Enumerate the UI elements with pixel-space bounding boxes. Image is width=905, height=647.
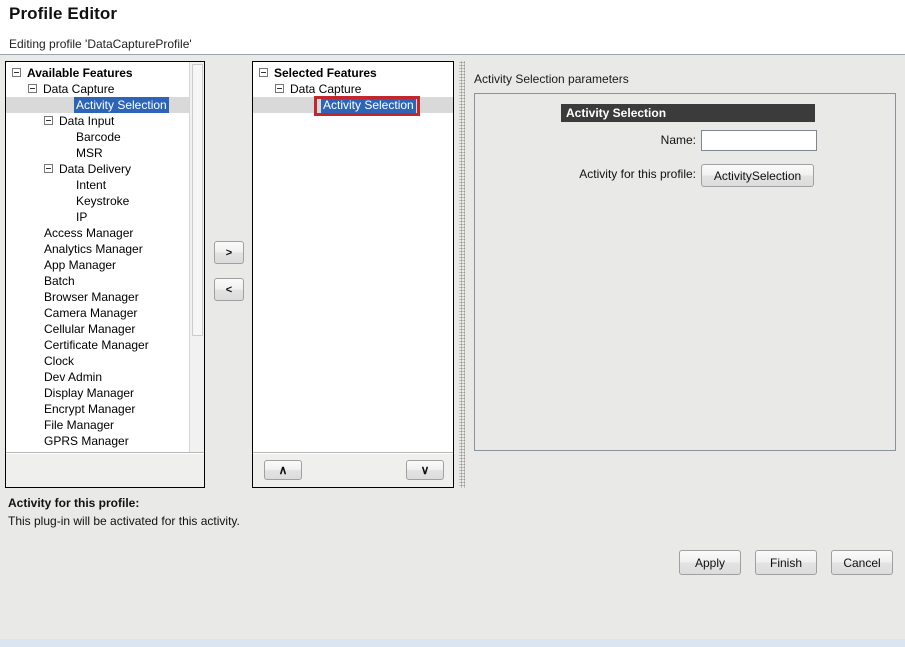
available-feature-node[interactable]: Cellular Manager xyxy=(6,321,204,337)
selected-features-footer: ∧ ∨ xyxy=(253,454,453,487)
available-features-tree[interactable]: Available Features Data Capture Activity S… xyxy=(6,62,204,453)
editor-work-area: Available Features Data Capture Activity S… xyxy=(0,56,905,647)
selected-feature-node[interactable]: Selected Features xyxy=(253,65,453,81)
available-feature-node[interactable]: Barcode xyxy=(6,129,204,145)
available-feature-node[interactable]: Display Manager xyxy=(6,385,204,401)
available-feature-node[interactable]: Analytics Manager xyxy=(6,241,204,257)
available-feature-label: Certificate Manager xyxy=(44,338,149,352)
available-feature-node[interactable]: Activity Selection xyxy=(6,97,204,113)
available-feature-node[interactable]: Data Capture xyxy=(6,81,204,97)
available-feature-label: Keystroke xyxy=(76,194,130,208)
available-feature-label: Browser Manager xyxy=(44,290,139,304)
available-feature-node[interactable]: Certificate Manager xyxy=(6,337,204,353)
tree-expander-minus-icon[interactable] xyxy=(44,116,53,126)
parameters-group-box: Activity Selection Name: Activity for th… xyxy=(474,93,896,451)
available-feature-label: Data Delivery xyxy=(59,162,132,176)
available-features-panel: Available Features Data Capture Activity S… xyxy=(5,61,205,488)
selected-feature-label: Selected Features xyxy=(274,66,377,80)
tree-expander-minus-icon[interactable] xyxy=(275,84,284,94)
move-up-button[interactable]: ∧ xyxy=(264,460,302,480)
available-feature-label: Intent xyxy=(76,178,107,192)
help-text: This plug-in will be activated for this … xyxy=(8,514,240,528)
available-feature-label: Data Input xyxy=(59,114,115,128)
available-feature-label: Barcode xyxy=(76,130,121,144)
available-feature-node[interactable]: App Manager xyxy=(6,257,204,273)
available-feature-label: Access Manager xyxy=(44,226,134,240)
available-feature-label: IP xyxy=(76,210,88,224)
available-feature-label: Data Capture xyxy=(43,82,115,96)
activity-selection-button[interactable]: ActivitySelection xyxy=(701,164,814,187)
tree-expander-minus-icon[interactable] xyxy=(12,68,21,78)
available-feature-label: MSR xyxy=(76,146,103,160)
move-down-button[interactable]: ∨ xyxy=(406,460,444,480)
available-feature-node[interactable]: MSR xyxy=(6,145,204,161)
selected-features-panel: Selected Features Data Capture Activity Se… xyxy=(252,61,454,488)
scrollbar-thumb[interactable] xyxy=(192,64,203,336)
cancel-button[interactable]: Cancel xyxy=(831,550,893,575)
available-features-footer xyxy=(6,454,204,487)
parameters-heading: Activity Selection parameters xyxy=(474,72,629,86)
available-feature-node[interactable]: Batch xyxy=(6,273,204,289)
selected-features-tree[interactable]: Selected Features Data Capture Activity Se… xyxy=(253,62,453,453)
available-feature-label: Analytics Manager xyxy=(44,242,143,256)
available-feature-node[interactable]: IP xyxy=(6,209,204,225)
available-feature-label: Dev Admin xyxy=(44,370,103,384)
available-feature-label: Display Manager xyxy=(44,386,135,400)
available-feature-node[interactable]: Camera Manager xyxy=(6,305,204,321)
activity-field-row: Activity for this profile: ActivitySelec… xyxy=(475,164,895,187)
tree-expander-minus-icon[interactable] xyxy=(259,68,268,78)
available-feature-node[interactable]: Dev Admin xyxy=(6,369,204,385)
available-feature-node[interactable]: Clock xyxy=(6,353,204,369)
bottom-accent-strip xyxy=(0,639,905,647)
available-feature-label: Clock xyxy=(44,354,75,368)
selected-feature-label: Activity Selection xyxy=(321,97,416,113)
available-feature-node[interactable]: File Manager xyxy=(6,417,204,433)
parameters-panel: Activity Selection parameters Activity S… xyxy=(469,61,899,488)
available-feature-label: GPRS Manager xyxy=(44,434,129,448)
apply-button[interactable]: Apply xyxy=(679,550,741,575)
name-input[interactable] xyxy=(701,130,817,151)
available-feature-node[interactable]: Encrypt Manager xyxy=(6,401,204,417)
available-feature-node[interactable]: Data Input xyxy=(6,113,204,129)
transfer-button-column: > < xyxy=(210,61,248,488)
available-feature-node[interactable]: Access Manager xyxy=(6,225,204,241)
page-title: Profile Editor xyxy=(9,4,118,23)
tree-expander-minus-icon[interactable] xyxy=(28,84,37,94)
finish-button[interactable]: Finish xyxy=(755,550,817,575)
available-feature-label: Available Features xyxy=(27,66,133,80)
available-feature-label: Encrypt Manager xyxy=(44,402,136,416)
available-feature-node[interactable]: Keystroke xyxy=(6,193,204,209)
parameters-group-title: Activity Selection xyxy=(561,104,815,122)
activity-field-label: Activity for this profile: xyxy=(579,167,696,181)
available-feature-label: File Manager xyxy=(44,418,115,432)
available-feature-node[interactable]: Browser Manager xyxy=(6,289,204,305)
available-feature-label: Camera Manager xyxy=(44,306,138,320)
available-feature-label: App Manager xyxy=(44,258,117,272)
tree-expander-minus-icon[interactable] xyxy=(44,164,53,174)
available-feature-node[interactable]: Available Features xyxy=(6,65,204,81)
help-area: Activity for this profile: This plug-in … xyxy=(0,496,905,546)
name-field-row: Name: xyxy=(475,130,895,152)
available-feature-node[interactable]: Intent xyxy=(6,177,204,193)
available-feature-label: Cellular Manager xyxy=(44,322,136,336)
add-feature-button[interactable]: > xyxy=(214,241,244,264)
remove-feature-button[interactable]: < xyxy=(214,278,244,301)
available-feature-node[interactable]: Data Delivery xyxy=(6,161,204,177)
help-title: Activity for this profile: xyxy=(8,496,140,510)
available-feature-label: Batch xyxy=(44,274,75,288)
selected-feature-label: Data Capture xyxy=(290,82,362,96)
selected-feature-node[interactable]: Data Capture xyxy=(253,81,453,97)
page-subtitle: Editing profile 'DataCaptureProfile' xyxy=(9,37,192,51)
available-feature-node[interactable]: GPRS Manager xyxy=(6,433,204,449)
available-features-scrollbar[interactable] xyxy=(189,62,204,452)
dialog-footer: Apply Finish Cancel xyxy=(0,545,905,591)
panel-splitter-handle[interactable] xyxy=(459,61,465,488)
available-feature-label: Activity Selection xyxy=(74,97,169,113)
name-field-label: Name: xyxy=(660,133,696,147)
window-header: Profile Editor Editing profile 'DataCapt… xyxy=(0,0,905,55)
selected-feature-node[interactable]: Activity Selection xyxy=(253,97,453,113)
